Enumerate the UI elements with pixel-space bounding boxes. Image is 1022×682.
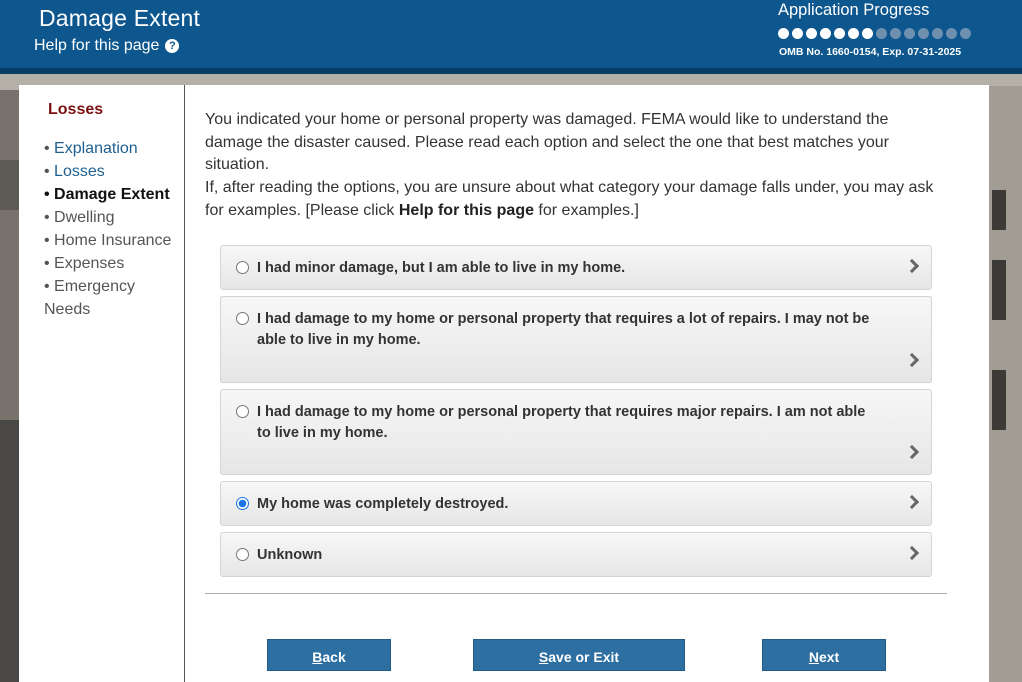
chevron-right-icon bbox=[904, 545, 920, 561]
sidebar-item-label: Home Insurance bbox=[54, 232, 172, 249]
next-label: ext bbox=[818, 649, 840, 665]
progress-dot bbox=[946, 28, 957, 39]
progress-dot bbox=[918, 28, 929, 39]
radio-button[interactable] bbox=[236, 312, 249, 325]
damage-option[interactable]: Unknown bbox=[220, 532, 932, 577]
progress-dot bbox=[876, 28, 887, 39]
progress-dot bbox=[820, 28, 831, 39]
back-accesskey: B bbox=[312, 649, 323, 665]
progress-dot bbox=[890, 28, 901, 39]
sidebar-item[interactable]: • Losses bbox=[44, 160, 184, 183]
damage-option[interactable]: I had minor damage, but I am able to liv… bbox=[220, 245, 932, 290]
question-icon: ? bbox=[165, 39, 180, 53]
option-label: I had minor damage, but I am able to liv… bbox=[257, 260, 626, 276]
option-label: I had damage to my home or personal prop… bbox=[257, 404, 866, 441]
back-button[interactable]: Back bbox=[267, 639, 391, 671]
sidebar-item: • Dwelling bbox=[44, 209, 115, 226]
sidebar-nav: • Explanation • Losses • Damage Extent • Dw… bbox=[44, 137, 184, 321]
save-accesskey: S bbox=[538, 649, 549, 665]
progress-dot bbox=[792, 28, 803, 39]
chevron-right-icon bbox=[904, 494, 920, 510]
option-label: My home was completely destroyed. bbox=[257, 496, 509, 512]
intro-hint-end: for examples.] bbox=[533, 201, 639, 219]
progress-dot bbox=[960, 28, 971, 39]
damage-option[interactable]: I had damage to my home or personal prop… bbox=[220, 389, 932, 475]
next-button[interactable]: Next bbox=[762, 639, 886, 671]
help-link-label: Help for this page bbox=[34, 37, 160, 54]
save-or-exit-button[interactable]: Save or Exit bbox=[473, 639, 685, 671]
chevron-right-icon bbox=[904, 258, 920, 274]
intro-paragraph: You indicated your home or personal prop… bbox=[205, 111, 889, 174]
progress-title: Application Progress bbox=[778, 1, 930, 19]
page-title: Damage Extent bbox=[39, 5, 201, 31]
help-link[interactable]: Help for this page ? bbox=[34, 37, 180, 55]
option-label: Unknown bbox=[257, 547, 323, 563]
progress-dot bbox=[932, 28, 943, 39]
intro-hint-bold: Help for this page bbox=[398, 201, 534, 219]
sidebar-item: • Damage Extent bbox=[44, 186, 170, 203]
content-area: You indicated your home or personal prop… bbox=[205, 109, 947, 223]
app-header: Damage Extent Help for this page ? Appli… bbox=[0, 0, 1022, 74]
progress-dot bbox=[904, 28, 915, 39]
sidebar-item-label: Emergency Needs bbox=[44, 278, 135, 318]
progress-indicator bbox=[778, 28, 971, 39]
radio-button[interactable] bbox=[236, 261, 249, 274]
sidebar-item: • Home Insurance bbox=[44, 232, 172, 249]
sidebar-item: • Emergency Needs bbox=[44, 278, 135, 318]
chevron-right-icon bbox=[904, 352, 920, 368]
option-label: I had damage to my home or personal prop… bbox=[257, 311, 870, 348]
progress-dot bbox=[806, 28, 817, 39]
damage-options: I had minor damage, but I am able to liv… bbox=[220, 245, 932, 583]
sidebar-item-label: Explanation bbox=[54, 140, 138, 157]
progress-dot bbox=[862, 28, 873, 39]
next-accesskey: N bbox=[808, 649, 819, 665]
radio-button[interactable] bbox=[236, 548, 249, 561]
radio-button[interactable] bbox=[236, 497, 249, 510]
main-panel: Losses • Explanation • Losses • Damage Ext… bbox=[19, 85, 989, 682]
sidebar-heading: Losses bbox=[48, 101, 104, 118]
chevron-right-icon bbox=[904, 444, 920, 460]
sidebar-item-label: Losses bbox=[54, 163, 105, 180]
sidebar-item: • Expenses bbox=[44, 255, 125, 272]
sidebar-item-label: Expenses bbox=[54, 255, 125, 272]
back-label: ack bbox=[322, 649, 346, 665]
omb-number: OMB No. 1660-0154, Exp. 07-31-2025 bbox=[779, 46, 962, 58]
radio-button[interactable] bbox=[236, 405, 249, 418]
progress-dot bbox=[848, 28, 859, 39]
intro-text: You indicated your home or personal prop… bbox=[205, 109, 947, 223]
save-label: ave or Exit bbox=[548, 649, 620, 665]
divider bbox=[205, 593, 947, 594]
sidebar: Losses • Explanation • Losses • Damage Ext… bbox=[19, 85, 185, 682]
progress-dot bbox=[778, 28, 789, 39]
progress-dot bbox=[834, 28, 845, 39]
sidebar-item[interactable]: • Explanation bbox=[44, 137, 184, 160]
damage-option[interactable]: My home was completely destroyed. bbox=[220, 481, 932, 526]
damage-option[interactable]: I had damage to my home or personal prop… bbox=[220, 296, 932, 383]
sidebar-item-label: Dwelling bbox=[54, 209, 115, 226]
sidebar-item-label: Damage Extent bbox=[54, 186, 170, 203]
